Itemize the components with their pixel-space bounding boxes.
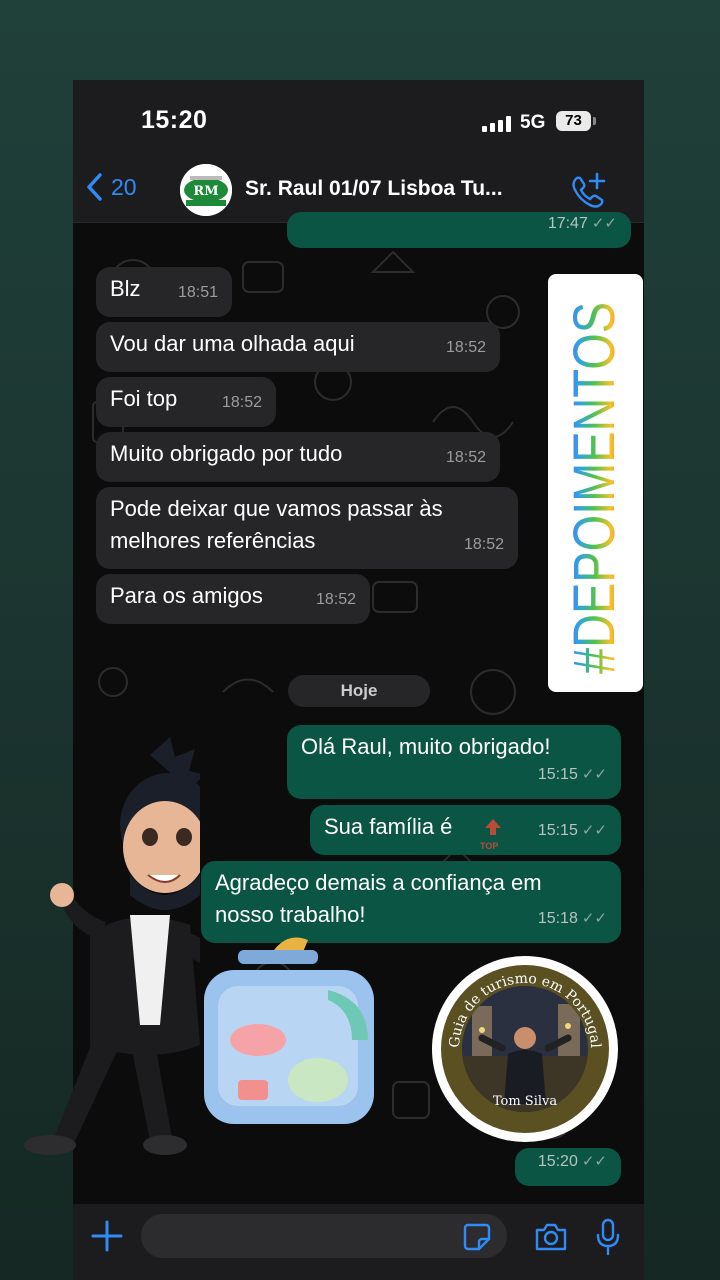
contact-avatar[interactable]: RM [180, 164, 232, 216]
suitcase-sticker [204, 937, 374, 1124]
plus-icon[interactable] [91, 1220, 123, 1252]
double-check-icon: ✓✓ [581, 766, 607, 783]
avatar-text: RM [193, 184, 218, 199]
day-separator: Hoje [288, 675, 430, 707]
signal-icon [482, 116, 511, 132]
top-arrow-icon: TOP [480, 813, 506, 851]
message-text: Para os amigos [110, 583, 263, 608]
message-text: Vou dar uma olhada aqui [110, 331, 355, 356]
message-bubble-outgoing[interactable]: 17:47 ✓✓ [287, 212, 631, 248]
svg-text:Guia de turismo em Portugal: Guia de turismo em Portugal [447, 971, 603, 1049]
back-button[interactable]: 20 [85, 172, 137, 202]
double-check-icon: ✓✓ [581, 1153, 607, 1170]
double-check-icon: ✓✓ [581, 910, 607, 927]
message-bubble-outgoing[interactable]: Sua família é TOP 15:15 ✓✓ [310, 805, 621, 855]
message-time: 18:52 [463, 536, 504, 553]
message-time: 15:20 ✓✓ [537, 1153, 607, 1170]
character-sticker [24, 737, 200, 1155]
guide-badge: Guia de turismo em Portugal Tom Silva [441, 965, 609, 1133]
message-time: 18:52 [221, 394, 262, 411]
logo-image: RM [180, 164, 232, 216]
message-bubble-incoming[interactable]: Pode deixar que vamos passar às melhores… [96, 487, 518, 569]
message-bubble-outgoing[interactable]: 15:20 ✓✓ [515, 1148, 621, 1186]
message-text: Foi top [110, 386, 178, 411]
composer-bar [73, 1204, 644, 1280]
camera-icon[interactable] [534, 1222, 568, 1252]
sticker-icon[interactable] [463, 1223, 491, 1251]
battery-tip [593, 117, 596, 125]
phone-plus-icon[interactable] [569, 172, 609, 210]
top-label: TOP [480, 841, 499, 851]
message-time: 17:47 ✓✓ [547, 215, 617, 232]
hashtag-label: #DEPOIMENTOS [562, 302, 627, 674]
message-bubble-incoming[interactable]: Blz 18:51 [96, 267, 232, 317]
message-text: Muito obrigado por tudo [110, 441, 343, 466]
status-time: 15:20 [141, 106, 208, 134]
message-time: 18:52 [445, 449, 486, 466]
chat-title[interactable]: Sr. Raul 01/07 Lisboa Tu... [245, 177, 545, 201]
message-bubble-incoming[interactable]: Muito obrigado por tudo 18:52 [96, 432, 500, 482]
message-bubble-incoming[interactable]: Para os amigos 18:52 [96, 574, 370, 624]
message-time: 18:52 [445, 339, 486, 356]
message-bubble-incoming[interactable]: Foi top 18:52 [96, 377, 276, 427]
message-input[interactable] [141, 1214, 507, 1258]
double-check-icon: ✓✓ [591, 215, 617, 232]
message-time: 18:52 [315, 591, 356, 608]
chevron-left-icon [87, 173, 102, 201]
message-bubble-outgoing[interactable]: Olá Raul, muito obrigado! 15:15 ✓✓ [287, 725, 621, 799]
message-time: 15:15 ✓✓ [537, 822, 607, 839]
guide-name: Tom Silva [492, 1094, 558, 1109]
battery-level: 73 [565, 112, 582, 129]
status-bar: 15:20 5G 73 [73, 80, 644, 162]
double-check-icon: ✓✓ [581, 822, 607, 839]
message-bubble-incoming[interactable]: Vou dar uma olhada aqui 18:52 [96, 322, 500, 372]
microphone-icon[interactable] [595, 1218, 621, 1256]
message-time: 15:15 ✓✓ [537, 766, 607, 783]
message-text: Blz [110, 276, 141, 301]
network-type: 5G [520, 112, 546, 133]
unread-count: 20 [111, 173, 137, 200]
message-text: Sua família é [324, 814, 453, 839]
guide-sticker: Guia de turismo em Portugal Tom Silva [432, 956, 618, 1142]
battery-icon: 73 [556, 111, 591, 131]
message-time: 15:18 ✓✓ [537, 910, 607, 927]
message-text: Olá Raul, muito obrigado! [301, 734, 551, 759]
depoimentos-sticker: #DEPOIMENTOS [548, 274, 643, 692]
message-time: 18:51 [177, 284, 218, 301]
message-text: Pode deixar que vamos passar às melhores… [110, 496, 443, 553]
hashtag-text: #DEPOIMENTOS [562, 302, 627, 674]
message-text: Agradeço demais a confiança em nosso tra… [215, 870, 542, 927]
